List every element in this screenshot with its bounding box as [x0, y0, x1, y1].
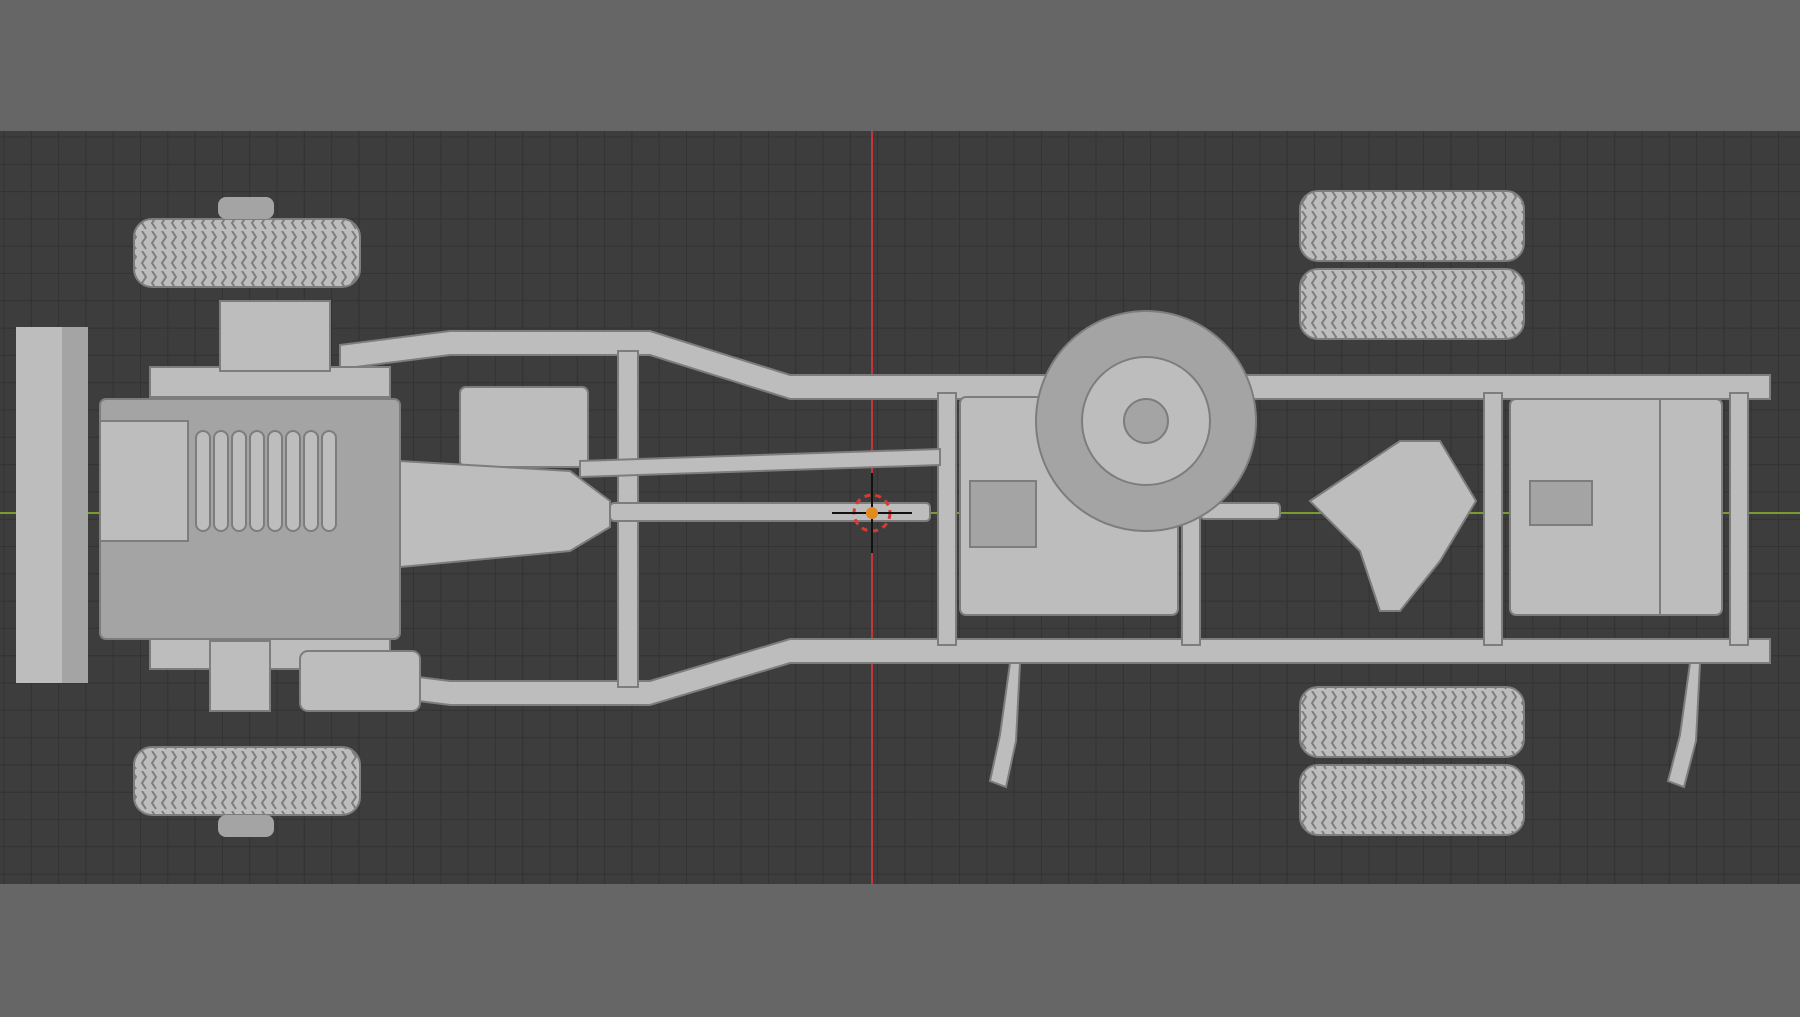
- letterbox-top: [0, 0, 1800, 131]
- front-bumper[interactable]: [16, 327, 64, 683]
- engine-fin: [213, 430, 229, 532]
- engine-fin: [195, 430, 211, 532]
- engine-fin: [249, 430, 265, 532]
- engine-fin: [285, 430, 301, 532]
- engine-fin: [267, 430, 283, 532]
- letterbox-bottom: [0, 884, 1800, 1017]
- rear-storage-box[interactable]: [1509, 398, 1723, 616]
- front-bumper-side[interactable]: [62, 327, 88, 683]
- viewport-canvas[interactable]: [0, 131, 1800, 884]
- engine-fin: [321, 430, 337, 532]
- engine-fin: [303, 430, 319, 532]
- screenshot-frame: [0, 0, 1800, 1017]
- 3d-viewport[interactable]: [0, 131, 1800, 884]
- origin-dot-icon: [866, 507, 878, 519]
- spare-tire[interactable]: [1035, 310, 1257, 532]
- engine-fin: [231, 430, 247, 532]
